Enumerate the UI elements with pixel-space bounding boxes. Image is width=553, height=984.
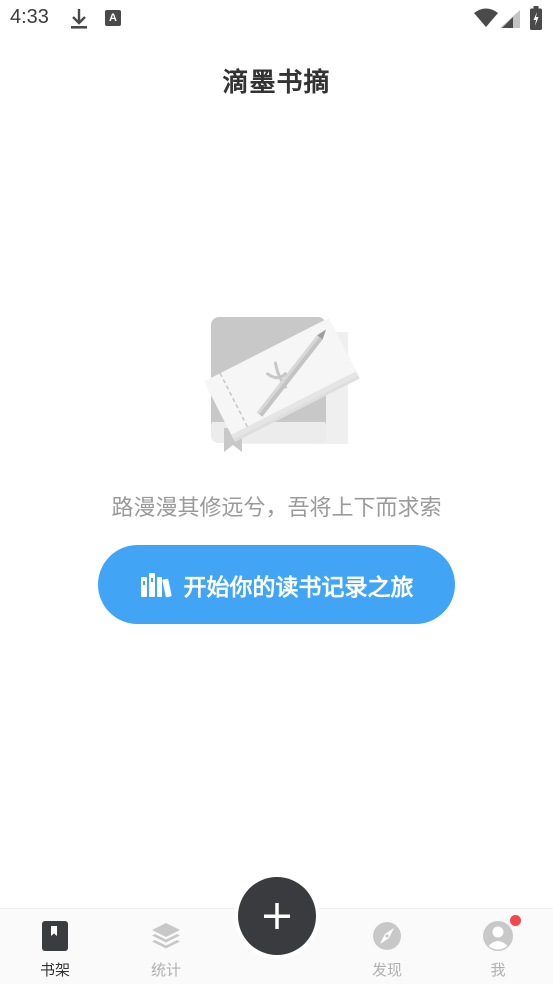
nav-item-bookshelf[interactable]: 书架 bbox=[10, 909, 100, 984]
add-button-inner bbox=[238, 877, 316, 955]
compass-icon bbox=[373, 922, 401, 950]
wifi-icon bbox=[474, 8, 498, 27]
nav-label-profile: 我 bbox=[490, 961, 506, 979]
books-icon bbox=[140, 572, 172, 597]
nav-item-statistics[interactable]: 统计 bbox=[121, 909, 211, 984]
status-bar: 4:33 A bbox=[0, 0, 553, 40]
nav-item-profile[interactable]: 我 bbox=[453, 909, 543, 984]
plus-icon bbox=[264, 903, 290, 929]
nav-label-bookshelf: 书架 bbox=[39, 961, 70, 979]
signal-icon bbox=[500, 10, 520, 28]
notification-badge bbox=[508, 913, 523, 928]
layers-icon bbox=[152, 923, 180, 949]
start-reading-button[interactable]: 开始你的读书记录之旅 bbox=[98, 545, 455, 624]
download-icon bbox=[71, 9, 87, 29]
nav-label-discover: 发现 bbox=[371, 961, 402, 979]
nav-item-discover[interactable]: 发现 bbox=[342, 909, 432, 984]
status-time: 4:33 bbox=[10, 6, 49, 28]
nav-label-statistics: 统计 bbox=[150, 961, 181, 979]
start-button-label: 开始你的读书记录之旅 bbox=[183, 574, 414, 601]
page-title: 滴墨书摘 bbox=[222, 68, 331, 98]
app-screen: 4:33 A 滴墨书摘 路漫漫其修远兮，吾将上下而求索 开始你的读书记录之旅 书… bbox=[0, 0, 553, 984]
slogan-text: 路漫漫其修远兮，吾将上下而求索 bbox=[111, 496, 442, 521]
add-button[interactable] bbox=[234, 873, 320, 959]
bookshelf-icon bbox=[42, 921, 68, 951]
battery-icon bbox=[530, 6, 542, 30]
book-and-pen-illustration bbox=[204, 317, 360, 452]
a-notification-icon: A bbox=[105, 10, 121, 26]
